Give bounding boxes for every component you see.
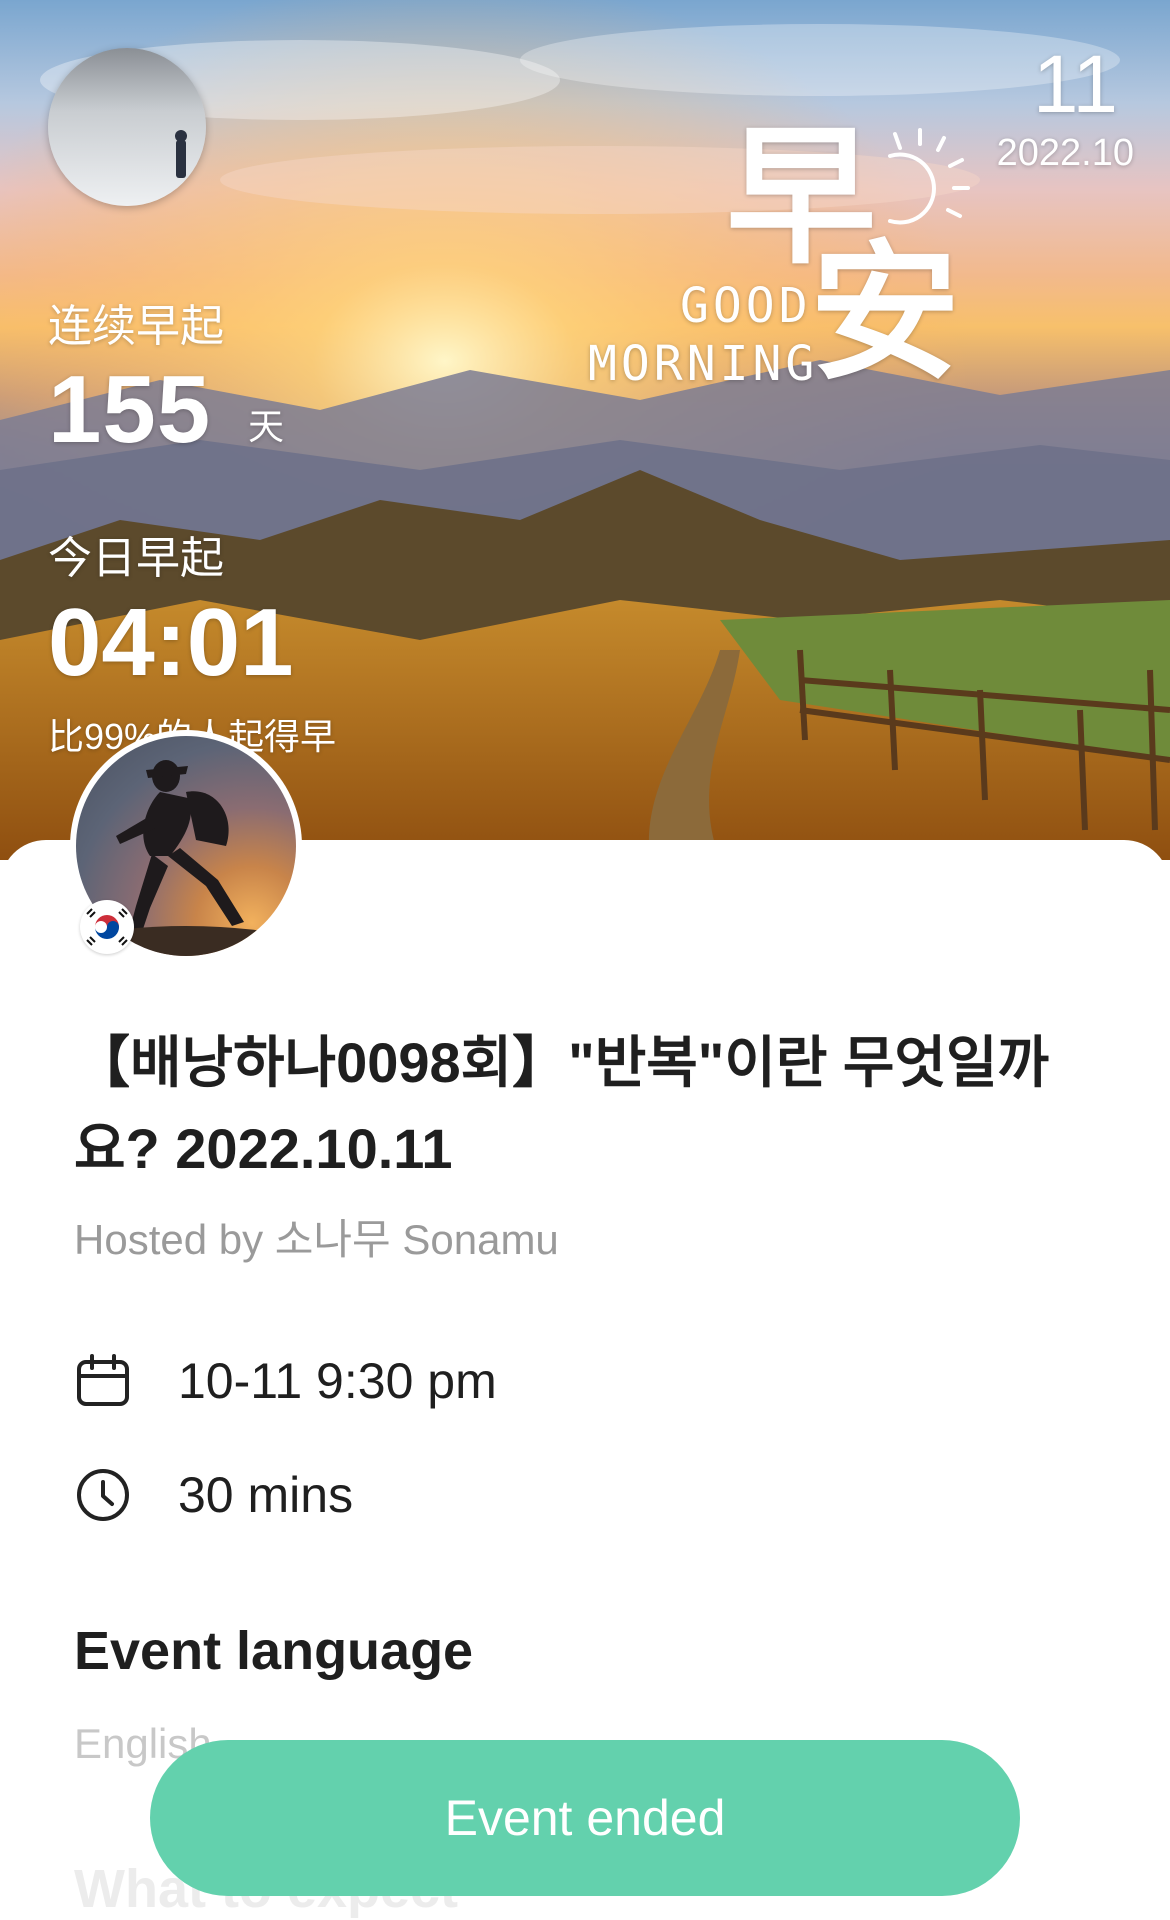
streak-unit: 天 [248, 406, 285, 447]
clock-icon [77, 1469, 129, 1521]
event-title: 【배낭하나0098회】"반복"이란 무엇일까요? 2022.10.11 [74, 1031, 1049, 1180]
hosted-by[interactable]: Hosted by 소나무 Sonamu [74, 1206, 559, 1267]
event-duration-row: 30 mins [74, 1466, 353, 1524]
event-date-time: 10-11 9:30 pm [178, 1353, 497, 1409]
event-ended-button[interactable]: Event ended [150, 1740, 1020, 1896]
greeting-good: GOOD [680, 278, 812, 334]
event-date-row: 10-11 9:30 pm [74, 1352, 497, 1410]
greeting-morning: MORNING [588, 336, 819, 392]
year-month: 2022.10 [996, 132, 1134, 174]
event-duration: 30 mins [178, 1467, 354, 1523]
today-wake-time: 04:01 [48, 589, 294, 696]
streak-value: 155 [48, 356, 212, 463]
streak-label: 连续早起 [48, 302, 224, 351]
sun-icon [888, 128, 970, 225]
event-language-heading: Event language [74, 1621, 474, 1681]
today-wake-label: 今日早起 [48, 534, 224, 583]
greeting-char-an: 安 [810, 229, 961, 397]
day-number: 11 [1032, 39, 1118, 130]
user-avatar[interactable] [48, 48, 206, 206]
korea-flag-icon [80, 900, 134, 954]
calendar-icon [77, 1354, 129, 1406]
